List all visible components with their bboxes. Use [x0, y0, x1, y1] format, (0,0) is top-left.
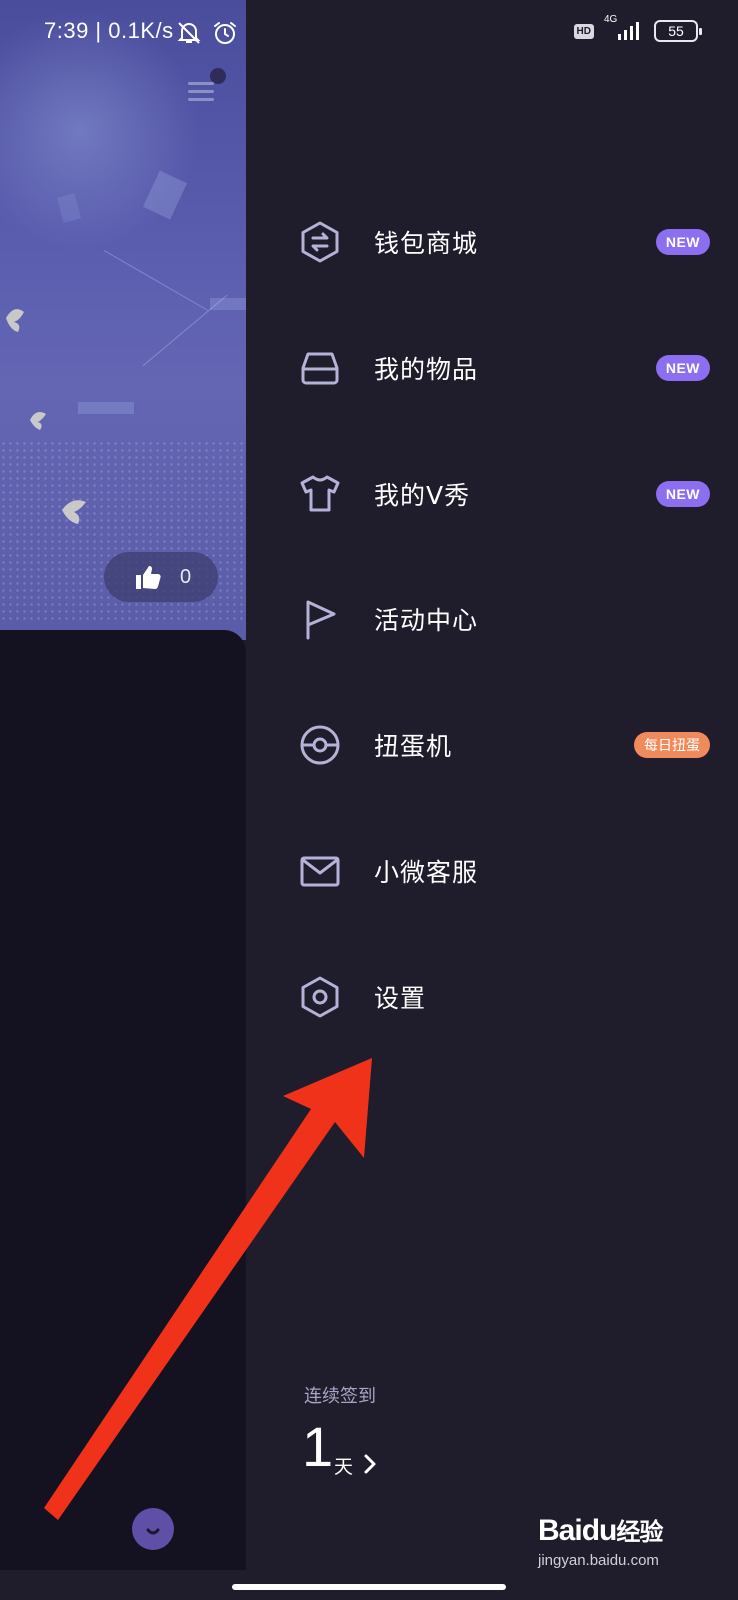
battery-indicator: 55	[654, 20, 702, 42]
settings-hexagon-icon	[301, 976, 339, 1018]
content-card	[0, 630, 246, 1570]
menu-item-my-items[interactable]: 我的物品 NEW	[246, 318, 738, 418]
wallet-exchange-icon	[301, 221, 339, 263]
mail-icon	[300, 856, 340, 887]
app-screen: 0 钱包商城 NEW 我的物品 NEW 我的V秀 NEW 活动中心 扭蛋机 每日…	[0, 0, 738, 1600]
new-badge: NEW	[655, 229, 710, 255]
menu-item-label: 扭蛋机	[374, 732, 453, 761]
baidu-logo: Baidu经验	[538, 1514, 663, 1547]
status-bar: 7:39 | 0.1K/s HD 4G 55	[0, 0, 738, 64]
menu-item-settings[interactable]: 设置	[246, 947, 738, 1047]
hd-indicator: HD	[573, 23, 594, 39]
butterflies-decoration	[6, 309, 86, 524]
menu-item-label: 我的V秀	[374, 481, 471, 510]
checkin-days-unit: 天	[334, 1456, 354, 1478]
bell-muted-icon	[177, 22, 201, 44]
menu-item-label: 设置	[374, 984, 427, 1013]
capsule-ball-icon	[300, 725, 340, 765]
inbox-tray-icon	[301, 352, 339, 385]
menu-item-label: 活动中心	[374, 606, 479, 635]
smile-face-button[interactable]	[132, 1508, 174, 1550]
menu-item-wallet-mall[interactable]: 钱包商城 NEW	[246, 192, 738, 292]
chevron-right-icon[interactable]	[360, 1452, 380, 1476]
alarm-clock-icon	[214, 22, 236, 44]
menu-item-my-vshow[interactable]: 我的V秀 NEW	[246, 444, 738, 544]
menu-item-label: 小微客服	[374, 858, 479, 887]
new-badge: NEW	[655, 355, 710, 381]
hamburger-menu-icon[interactable]	[186, 76, 216, 106]
menu-item-label: 我的物品	[374, 355, 479, 384]
smile-icon	[146, 1528, 160, 1535]
menu-item-gacha[interactable]: 扭蛋机 每日扭蛋	[246, 695, 738, 795]
tshirt-icon	[300, 475, 340, 512]
like-count: 0	[180, 565, 192, 588]
status-time: 7:39 | 0.1K/s	[44, 18, 174, 43]
signal-4g-icon: 4G	[604, 14, 644, 42]
daily-gacha-badge: 每日扭蛋	[634, 732, 710, 758]
profile-background-image: 0	[0, 0, 246, 640]
baidu-jingyan-watermark: Baidu经验 jingyan.baidu.com	[538, 1512, 708, 1582]
checkin-days-count: 1	[302, 1415, 334, 1478]
flag-icon	[306, 600, 336, 640]
watermark-url: jingyan.baidu.com	[538, 1552, 659, 1569]
like-button[interactable]: 0	[104, 552, 218, 602]
menu-item-label: 钱包商城	[374, 229, 479, 258]
home-indicator[interactable]	[232, 1584, 506, 1590]
menu-item-customer-service[interactable]: 小微客服	[246, 821, 738, 921]
checkin-title: 连续签到	[304, 1386, 376, 1407]
status-icons: HD 4G 55	[573, 14, 702, 42]
thumbs-up-icon	[136, 566, 161, 589]
new-badge: NEW	[655, 481, 710, 507]
underlying-profile-page[interactable]: 0	[0, 0, 246, 1570]
side-drawer-menu: 钱包商城 NEW 我的物品 NEW 我的V秀 NEW 活动中心 扭蛋机 每日扭蛋…	[246, 0, 738, 1600]
menu-item-activity-center[interactable]: 活动中心	[246, 569, 738, 669]
